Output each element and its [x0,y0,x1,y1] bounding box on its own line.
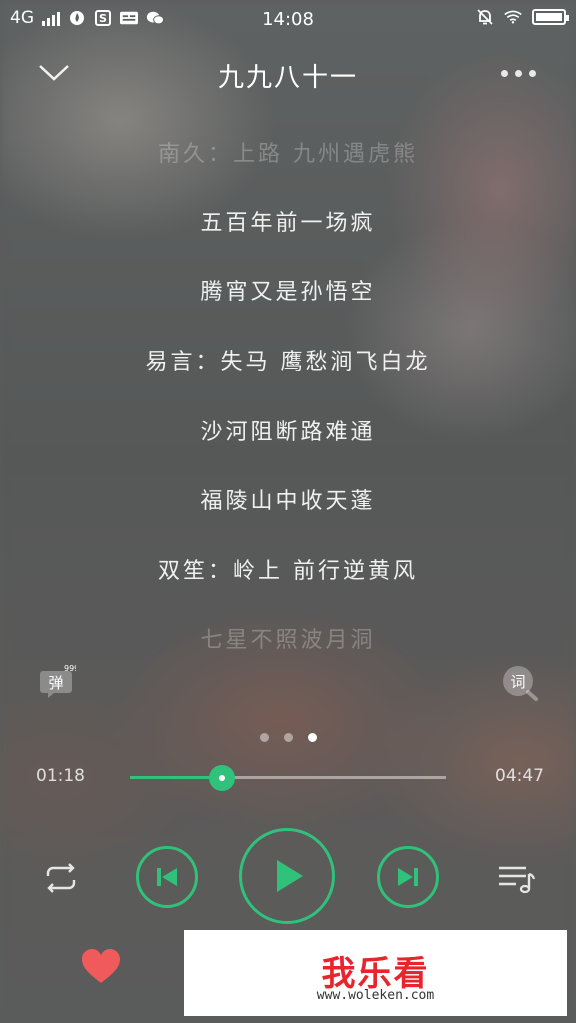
progress-track[interactable] [130,776,446,779]
next-button[interactable] [377,846,439,908]
progress-thumb[interactable] [208,765,235,791]
skip-previous-icon [157,868,177,886]
skip-next-icon [398,868,418,886]
lyric-line: 腾宵又是孙悟空 [200,280,376,305]
total-time: 04:47 [495,766,544,786]
player-header: 九九八十一 [0,45,576,105]
elapsed-time: 01:18 [36,766,85,786]
more-options-icon[interactable] [501,70,536,77]
lyric-line: 五百年前一场疯 [200,211,376,236]
lyric-line: 南久：上路 九州遇虎熊 [158,142,418,167]
watermark-url: www.woleken.com [316,988,435,1003]
repeat-icon[interactable] [38,858,84,898]
heart-icon[interactable] [80,948,122,986]
lyric-button-label: 词 [510,673,525,691]
danmu-button[interactable]: 弹 999+ [38,664,86,699]
playlist-icon[interactable] [494,858,538,898]
bottom-bar: 我乐看 www.woleken.com [0,930,576,1023]
lyric-line: 七星不照波月洞 [200,628,376,653]
page-dot[interactable] [259,733,269,742]
play-icon [277,860,303,892]
lyric-line: 易言：失马 鹰愁涧飞白龙 [145,350,431,375]
page-dot[interactable] [283,733,293,742]
watermark-logo: 我乐看 www.woleken.com [184,930,567,1016]
page-indicator [0,733,576,742]
progress-fill [130,776,222,779]
status-right [476,8,569,26]
lyric-search-button[interactable]: 词 [502,665,540,701]
previous-button[interactable] [136,846,198,908]
song-title: 九九八十一 [217,63,358,93]
danmu-count: 999+ [64,665,76,673]
mute-bell-icon [476,8,494,26]
play-button[interactable] [239,828,335,924]
wifi-icon [504,8,522,26]
page-dot-active[interactable] [307,733,317,742]
lyric-line: 双笙：岭上 前行逆黄风 [158,559,418,584]
playback-controls [0,825,576,925]
status-bar: 4G S 14:08 [0,0,576,38]
battery-icon [532,9,569,25]
lyric-line: 沙河阻断路难通 [200,420,376,445]
lyric-line: 福陵山中收天蓬 [200,489,376,514]
danmu-label: 弹 [48,674,63,692]
